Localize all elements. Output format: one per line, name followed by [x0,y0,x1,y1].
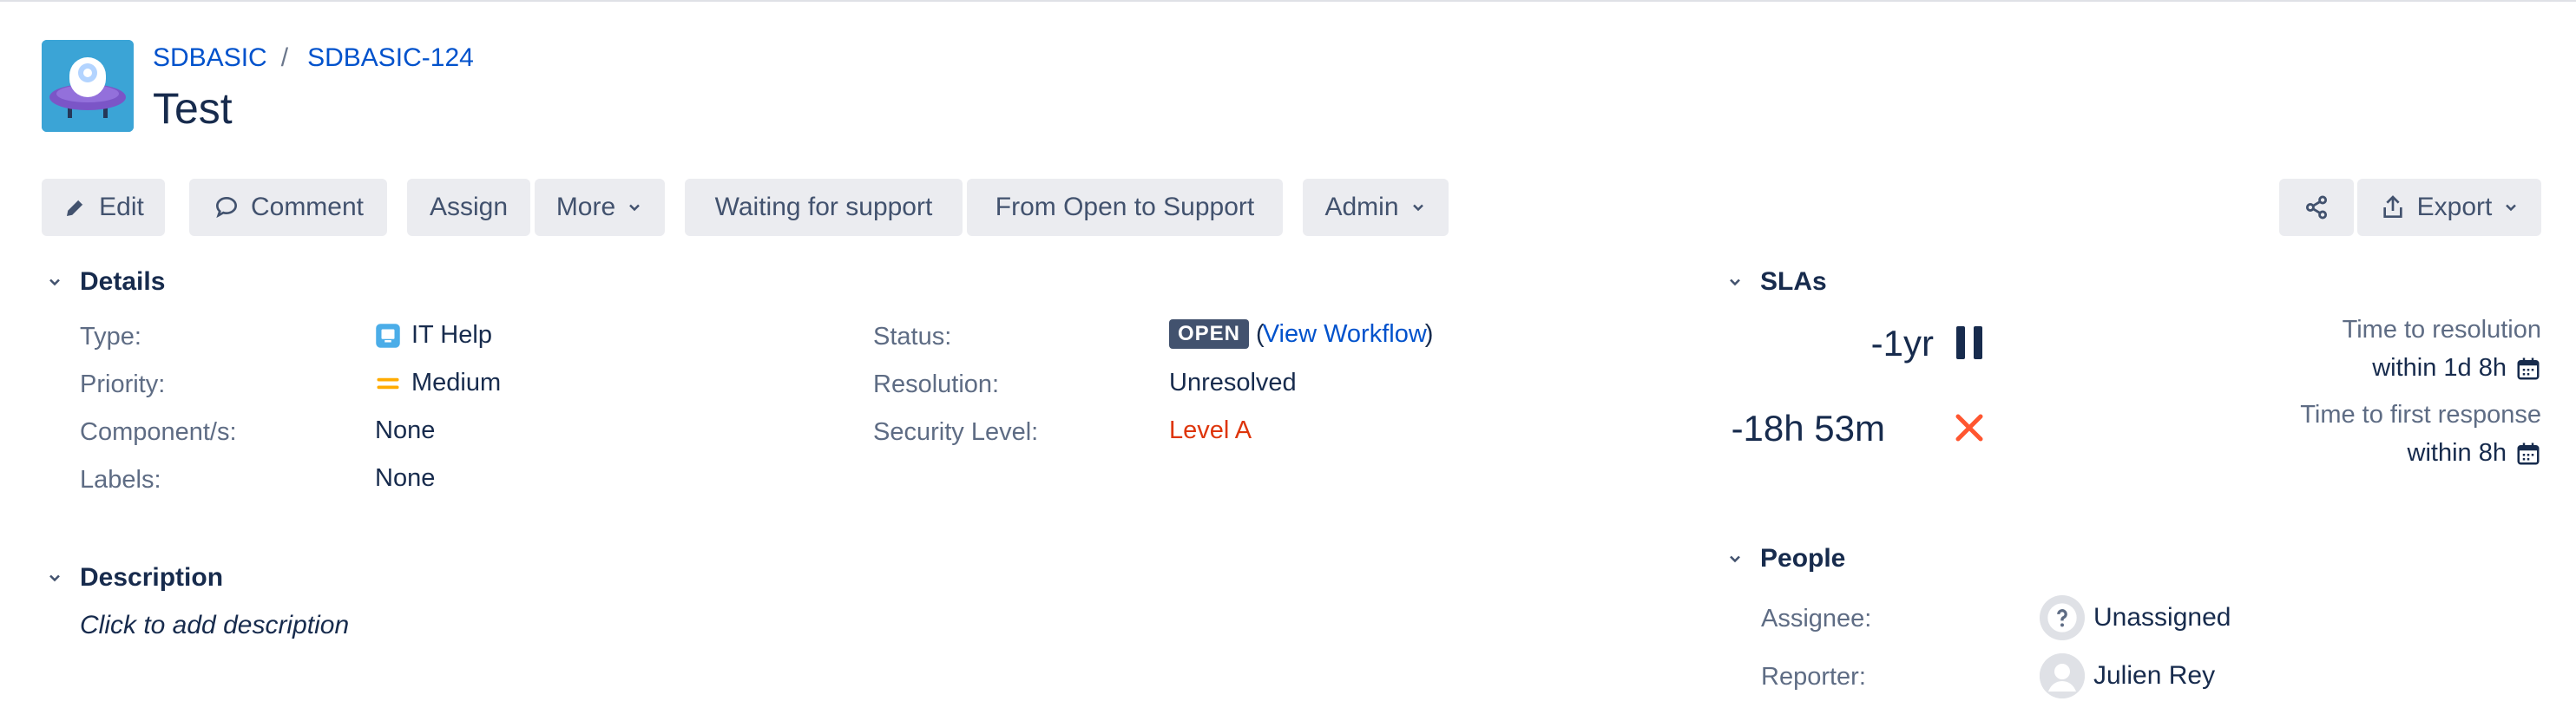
chevron-down-icon [1722,546,1748,572]
export-icon [2382,195,2402,218]
sla-goal-resolution: within 1d 8h [2372,354,2541,383]
admin-button[interactable]: Admin [1303,179,1449,236]
breadcrumb-separator: / [280,43,289,72]
priority-value[interactable]: Medium [375,369,501,397]
waiting-for-support-button[interactable]: Waiting for support [685,179,963,236]
breadcrumb-issue-link[interactable]: SDBASIC-124 [307,43,474,73]
resolution-value: Unresolved [1169,369,1297,397]
comment-button-label: Comment [250,193,365,221]
avatar [2040,653,2085,698]
calendar-icon [2517,357,2540,379]
more-button[interactable]: More [535,179,665,236]
it-help-icon [376,323,400,348]
project-avatar-icon [42,40,134,132]
labels-value[interactable]: None [375,464,435,493]
share-button[interactable] [2279,179,2354,236]
assign-button-label: Assign [429,193,509,221]
unassigned-avatar [2040,595,2085,640]
chevron-down-icon [1412,204,1423,212]
sla-goal-first-response-text: within 8h [2407,439,2507,467]
edit-button-label: Edit [99,193,144,221]
pencil-icon [67,199,84,216]
priority-label: Priority: [80,370,166,398]
admin-button-label: Admin [1324,193,1399,221]
top-border [0,0,2576,2]
details-section-toggle[interactable]: Details [42,267,165,297]
user-avatar-icon [2040,653,2085,698]
description-heading: Description [80,563,224,592]
from-open-to-support-label: From Open to Support [995,193,1255,221]
comment-button[interactable]: Comment [189,179,387,236]
export-button-label: Export [2416,193,2493,221]
people-heading: People [1760,544,1846,573]
issue-title[interactable]: Test [153,83,233,134]
view-workflow-link[interactable]: View Workflow [1263,320,1427,349]
people-section-toggle[interactable]: People [1722,544,1845,574]
sla-goal-resolution-text: within 1d 8h [2372,354,2507,382]
breached-x-icon [1955,414,1983,442]
breadcrumb-project-link[interactable]: SDBASIC [153,43,267,73]
status-label: Status: [873,323,952,351]
comment-icon [215,196,237,219]
slas-section-toggle[interactable]: SLAs [1722,267,1827,297]
sla-name-resolution: Time to resolution [2342,316,2541,344]
assignee-value-text: Unassigned [2093,603,2231,632]
priority-medium-icon [377,377,399,389]
chevron-down-icon [629,204,641,212]
labels-label: Labels: [80,466,161,494]
security-level-value[interactable]: Level A [1169,416,1252,445]
edit-button[interactable]: Edit [42,179,165,236]
breadcrumb: SDBASIC / SDBASIC-124 [153,43,474,73]
sla-remaining-resolution: -1yr [1870,323,1934,364]
status-value: OPEN (View Workflow) [1169,319,1433,349]
assignee-value[interactable]: Unassigned [2040,595,2231,640]
project-avatar[interactable] [42,40,134,132]
status-badge: OPEN [1169,319,1250,349]
waiting-for-support-label: Waiting for support [714,193,933,221]
component-label: Component/s: [80,418,237,446]
details-heading: Details [80,267,166,296]
assignee-label: Assignee: [1761,605,1872,633]
component-value[interactable]: None [375,416,435,445]
priority-value-text: Medium [411,369,502,397]
slas-heading: SLAs [1760,267,1827,296]
resolution-label: Resolution: [873,370,1000,398]
export-button[interactable]: Export [2357,179,2541,236]
type-label: Type: [80,323,141,351]
reporter-value[interactable]: Julien Rey [2040,653,2215,698]
from-open-to-support-button[interactable]: From Open to Support [967,179,1283,236]
calendar-icon [2517,442,2540,464]
type-value-text: IT Help [411,321,492,349]
description-section-toggle[interactable]: Description [42,563,223,593]
reporter-label: Reporter: [1761,663,1866,691]
sla-remaining-first-response: -18h 53m [1731,408,1885,449]
description-placeholder[interactable]: Click to add description [80,611,349,640]
chevron-down-icon [42,269,68,295]
type-value[interactable]: IT Help [375,321,492,350]
security-level-label: Security Level: [873,418,1039,446]
pause-icon [1956,326,1982,359]
reporter-value-text: Julien Rey [2093,661,2216,690]
workflow-close-paren: ) [1424,319,1434,348]
sla-goal-first-response: within 8h [2408,439,2541,468]
share-icon [2305,195,2328,220]
more-button-label: More [555,193,616,221]
chevron-down-icon [42,565,68,591]
question-icon [2047,603,2077,633]
chevron-down-icon [1722,269,1748,295]
sla-name-first-response: Time to first response [2300,401,2541,429]
chevron-down-icon [2506,204,2517,212]
assign-button[interactable]: Assign [407,179,530,236]
